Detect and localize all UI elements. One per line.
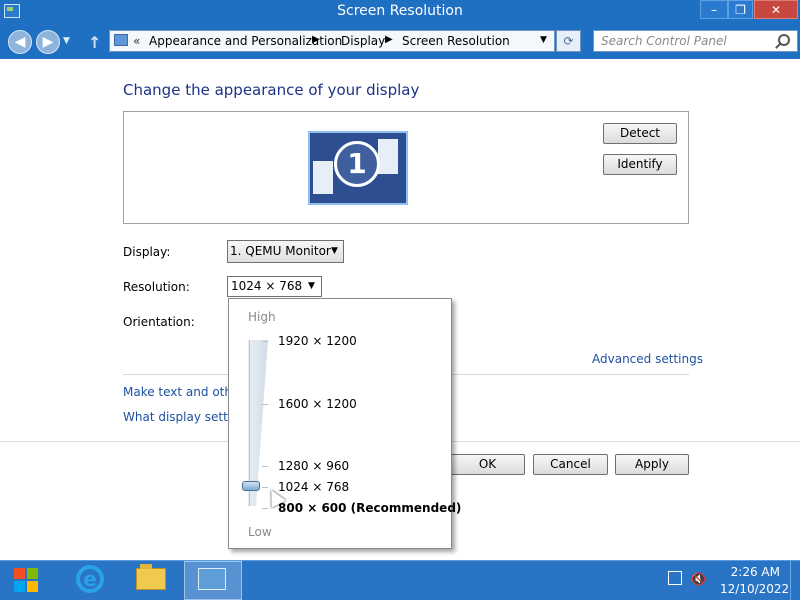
monitor-window-thumbnail <box>313 161 333 194</box>
resolution-label: Resolution: <box>123 280 190 294</box>
slider-tick <box>262 508 268 509</box>
clock-time[interactable]: 2:26 AM <box>720 565 780 579</box>
resolution-option-recommended[interactable]: 800 × 600 (Recommended) <box>278 501 461 515</box>
chevron-down-icon[interactable]: ▼ <box>331 246 338 256</box>
restore-button[interactable]: ❐ <box>728 0 753 19</box>
ok-button[interactable]: OK <box>450 454 525 475</box>
resolution-option[interactable]: 1920 × 1200 <box>278 334 357 348</box>
breadcrumb-screen-resolution[interactable]: Screen Resolution <box>402 34 510 48</box>
address-dropdown-icon[interactable]: ▼ <box>540 35 547 45</box>
monitor-window-thumbnail <box>378 139 398 174</box>
volume-muted-icon[interactable]: 🔇 <box>691 572 706 586</box>
chevron-down-icon[interactable]: ▼ <box>308 281 315 291</box>
folder-icon <box>136 564 166 590</box>
control-panel-icon <box>198 568 226 590</box>
slider-thumb[interactable] <box>242 481 260 491</box>
display-label: Display: <box>123 245 171 259</box>
text-size-link[interactable]: Make text and other <box>123 385 244 399</box>
slider-low-label: Low <box>248 525 272 539</box>
recent-pages-button[interactable]: ▼ <box>63 36 70 46</box>
apply-button[interactable]: Apply <box>615 454 689 475</box>
back-button[interactable]: ◀ <box>8 30 32 54</box>
search-placeholder: Search Control Panel <box>601 34 727 48</box>
breadcrumb-separator-icon[interactable]: ▶ <box>312 34 320 45</box>
forward-button[interactable]: ▶ <box>36 30 60 54</box>
slider-high-label: High <box>248 310 276 324</box>
resolution-option[interactable]: 1280 × 960 <box>278 459 349 473</box>
advanced-settings-link[interactable]: Advanced settings <box>592 352 703 366</box>
control-panel-icon <box>114 34 128 46</box>
slider-tick <box>262 466 268 467</box>
window-title: Screen Resolution <box>337 3 463 19</box>
clock-date[interactable]: 12/10/2022 <box>720 582 789 596</box>
breadcrumb-overflow[interactable]: « <box>133 34 140 48</box>
refresh-button[interactable]: ⟳ <box>556 30 581 52</box>
close-button[interactable]: ✕ <box>754 0 798 19</box>
internet-explorer-icon: e <box>76 565 104 593</box>
slider-tick <box>262 341 268 342</box>
cancel-button[interactable]: Cancel <box>533 454 608 475</box>
orientation-label: Orientation: <box>123 315 195 329</box>
resolution-option[interactable]: 1600 × 1200 <box>278 397 357 411</box>
display-select[interactable]: 1. QEMU Monitor <box>227 240 344 263</box>
slider-tick <box>262 404 268 405</box>
monitor-number-badge: 1 <box>334 141 380 187</box>
identify-button[interactable]: Identify <box>603 154 677 175</box>
slider-tick <box>262 487 268 488</box>
up-arrow-icon[interactable]: ↑ <box>88 33 101 52</box>
network-icon[interactable] <box>668 571 682 585</box>
resolution-option-selected[interactable]: 1024 × 768 <box>278 480 349 494</box>
detect-button[interactable]: Detect <box>603 123 677 144</box>
show-desktop-button[interactable] <box>790 561 800 600</box>
search-icon[interactable] <box>778 34 790 46</box>
minimize-button[interactable]: – <box>700 0 728 19</box>
breadcrumb-display[interactable]: Display <box>341 34 385 48</box>
breadcrumb-separator-icon[interactable]: ▶ <box>385 34 393 45</box>
page-title: Change the appearance of your display <box>123 81 420 99</box>
windows-logo-icon <box>14 568 38 592</box>
